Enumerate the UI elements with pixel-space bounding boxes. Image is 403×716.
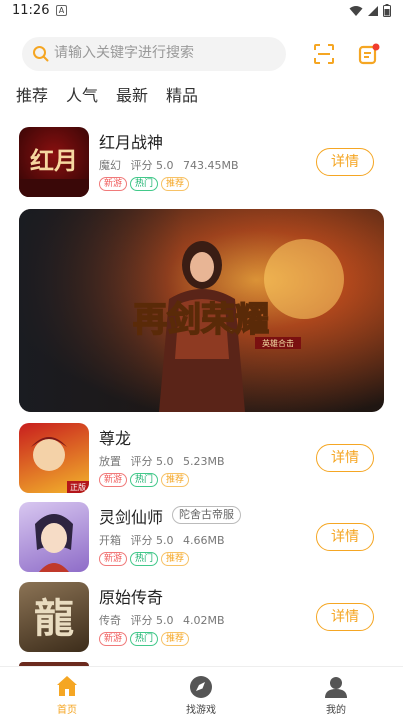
game-score: 评分 5.0 [130,159,174,172]
game-meta: 开箱 评分 5.0 4.66MB [99,532,231,548]
game-genre: 传奇 [99,614,121,627]
status-time: 11:26 [12,3,50,18]
game-size: 743.45MB [183,159,239,172]
game-icon-art [35,514,73,572]
game-name: 灵剑仙师 [99,508,164,527]
game-score: 评分 5.0 [130,534,174,547]
tag-recommend: 推荐 [161,177,190,191]
tag-hot: 热门 [130,177,159,191]
game-tags: 新游 热门 推荐 [99,632,190,646]
game-tags: 新游 热门 推荐 [99,177,190,191]
banner-image: 再剑荣耀 英雄合击 [19,209,384,412]
game-icon-art: 红月 [19,146,89,197]
game-genre: 放置 [99,455,121,468]
game-icon-text: 龍 [34,595,74,642]
game-icon: 龍 [19,582,89,652]
game-name: 原始传奇 [99,588,164,607]
detail-button[interactable]: 详情 [316,148,374,176]
nav-home-label: 首页 [57,705,77,716]
message-icon[interactable] [357,42,381,66]
tag-recommend: 推荐 [161,473,190,487]
game-meta: 魔幻 评分 5.0 743.45MB [99,157,245,173]
game-icon: 红月 [19,127,89,197]
banner-title: 再剑荣耀 [133,300,269,340]
game-genre: 开箱 [99,534,121,547]
detail-button[interactable]: 详情 [316,603,374,631]
tab-recommend[interactable]: 推荐 [16,82,48,106]
tag-new: 新游 [99,552,128,566]
nav-profile[interactable]: 我的 [291,667,381,716]
bottom-nav: 首页 找游戏 我的 [0,666,403,716]
tab-featured[interactable]: 精品 [166,82,198,106]
game-row[interactable]: 灵剑仙师 陀舍古帝服 开箱 评分 5.0 4.66MB 新游 热门 推荐 详情 [0,502,403,574]
nav-profile-label: 我的 [326,705,346,716]
game-tags: 新游 热门 推荐 [99,552,190,566]
home-icon [57,676,77,696]
game-icon-art: 龍 [34,595,74,642]
search-input[interactable] [54,45,279,61]
search-bar[interactable] [22,37,286,71]
tag-hot: 热门 [130,473,159,487]
status-bar: 11:26 A [0,0,403,24]
tag-new: 新游 [99,632,128,646]
game-row[interactable]: 红月 红月战神 魔幻 评分 5.0 743.45MB 新游 热门 推荐 详情 [0,127,403,199]
game-score: 评分 5.0 [130,614,174,627]
notification-icon: A [56,5,67,16]
battery-icon [383,4,391,17]
category-tabs: 推荐 人气 最新 精品 [16,82,198,106]
game-meta: 放置 评分 5.0 5.23MB [99,453,231,469]
game-icon-text: 红月 [30,146,78,175]
wifi-icon [349,5,363,16]
tag-recommend: 推荐 [161,632,190,646]
game-name: 红月战神 [99,133,164,152]
game-name: 尊龙 [99,429,132,448]
game-genre: 魔幻 [99,159,121,172]
user-icon [325,677,347,698]
game-score: 评分 5.0 [130,455,174,468]
game-row[interactable]: 正版 尊龙 放置 评分 5.0 5.23MB 新游 热门 推荐 详情 [0,423,403,495]
game-icon-art: 正版 [31,437,89,493]
tag-hot: 热门 [130,552,159,566]
game-icon: 正版 [19,423,89,493]
server-badge: 陀舍古帝服 [172,506,241,524]
search-icon [33,46,49,62]
game-tags: 新游 热门 推荐 [99,473,190,487]
game-size: 4.66MB [183,534,225,547]
detail-button[interactable]: 详情 [316,444,374,472]
game-row[interactable]: 龍 原始传奇 传奇 评分 5.0 4.02MB 新游 热门 推荐 详情 [0,582,403,654]
nav-home[interactable]: 首页 [22,667,112,716]
tab-popular[interactable]: 人气 [66,82,98,106]
tab-newest[interactable]: 最新 [116,82,148,106]
game-icon-text: 正版 [70,482,86,492]
game-meta: 传奇 评分 5.0 4.02MB [99,612,231,628]
detail-button[interactable]: 详情 [316,523,374,551]
signal-icon [368,5,378,16]
game-size: 5.23MB [183,455,225,468]
nav-find-games[interactable]: 找游戏 [156,667,246,716]
banner-subtitle: 英雄合击 [262,338,294,348]
scan-icon[interactable] [313,43,335,65]
tag-hot: 热门 [130,632,159,646]
compass-icon [190,676,212,698]
tag-new: 新游 [99,473,128,487]
tag-recommend: 推荐 [161,552,190,566]
nav-find-games-label: 找游戏 [186,705,216,716]
game-icon [19,502,89,572]
game-size: 4.02MB [183,614,225,627]
tag-new: 新游 [99,177,128,191]
promo-banner[interactable]: 再剑荣耀 英雄合击 [19,209,384,412]
status-icons [349,4,391,17]
